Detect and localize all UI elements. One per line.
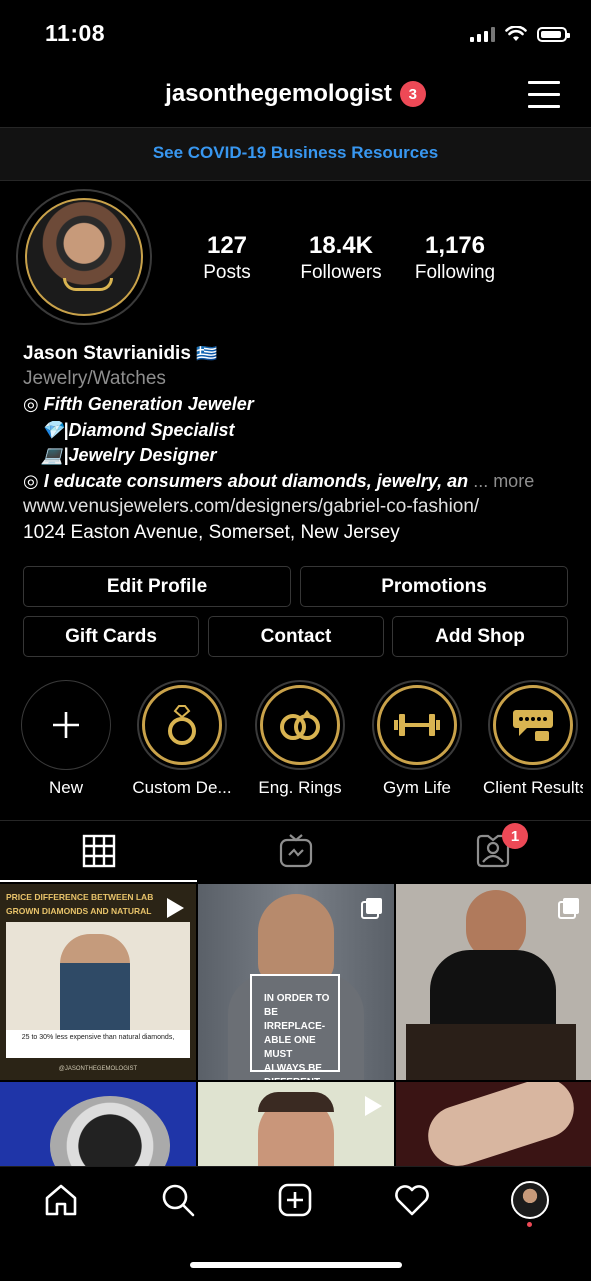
profile-bio: Jason Stavrianidis 🇬🇷 Jewelry/Watches ◎ …	[23, 342, 571, 546]
contact-button[interactable]: Contact	[208, 616, 384, 657]
highlight-new[interactable]: New	[16, 680, 116, 798]
rings-icon	[280, 710, 320, 740]
post-thumbnail-3[interactable]	[396, 884, 591, 1080]
status-icons	[470, 26, 570, 42]
bio-line-2: 💎|Diamond Specialist	[41, 419, 235, 440]
home-icon	[45, 1184, 77, 1216]
followers-count: 18.4K	[308, 232, 374, 259]
menu-icon[interactable]	[528, 81, 560, 109]
tab-igtv[interactable]	[197, 820, 394, 882]
add-shop-button[interactable]: Add Shop	[392, 616, 568, 657]
review-icon	[513, 710, 553, 741]
bio-line-3: 💻|Jewelry Designer	[41, 445, 217, 465]
following-stat[interactable]: 1,176 Following	[404, 232, 506, 284]
avatar	[25, 198, 143, 316]
highlight-label: Client Results	[483, 778, 583, 797]
tagged-badge: 1	[502, 823, 528, 849]
add-post-icon	[278, 1183, 312, 1217]
greek-flag-icon: 🇬🇷	[196, 344, 218, 363]
plus-icon	[53, 712, 79, 738]
dumbbell-icon	[394, 714, 440, 736]
highlight-gym-life[interactable]: Gym Life	[367, 680, 467, 798]
notification-badge: 3	[399, 81, 426, 107]
nav-home[interactable]	[31, 1176, 91, 1224]
post-thumbnail-5[interactable]	[198, 1082, 394, 1166]
nav-new-post[interactable]	[265, 1176, 325, 1224]
edit-profile-button[interactable]: Edit Profile	[23, 566, 291, 607]
profile-avatar[interactable]	[16, 189, 152, 325]
tab-active-indicator	[0, 880, 197, 882]
highlight-label: Custom De...	[132, 778, 232, 797]
ring-icon	[168, 705, 196, 745]
post-footer: @JASONTHEGEMOLOGIST	[58, 1066, 138, 1072]
gift-cards-button[interactable]: Gift Cards	[23, 616, 199, 657]
grid-icon	[82, 834, 115, 868]
home-indicator[interactable]	[190, 1262, 402, 1268]
video-icon	[167, 898, 184, 918]
post-quote: IN ORDER TO BE IRREPLACE-ABLE ONE MUST A…	[250, 974, 340, 1080]
nav-profile[interactable]	[500, 1176, 560, 1224]
post-caption: 25 to 30% less expensive than natural di…	[6, 1030, 190, 1058]
profile-name: Jason Stavrianidis	[23, 343, 191, 364]
profile-notification-dot	[527, 1222, 532, 1227]
highlight-client-results[interactable]: Client Results	[483, 680, 583, 798]
nav-search[interactable]	[148, 1176, 208, 1224]
bio-line-4: ◎ I educate consumers about diamonds, je…	[23, 470, 469, 491]
signal-icon	[470, 26, 495, 42]
profile-category: Jewelry/Watches	[23, 368, 166, 389]
highlight-label: New	[48, 778, 83, 797]
igtv-icon	[279, 834, 312, 868]
address-link[interactable]: 1024 Easton Avenue, Somerset, New Jersey	[23, 520, 571, 546]
search-icon	[162, 1184, 195, 1217]
status-time: 11:08	[45, 20, 106, 46]
posts-count: 127	[206, 232, 248, 259]
post-thumbnail-6[interactable]	[396, 1082, 591, 1166]
followers-label: Followers	[300, 262, 382, 283]
highlight-eng-rings[interactable]: Eng. Rings	[250, 680, 350, 798]
followers-stat[interactable]: 18.4K Followers	[290, 232, 392, 284]
heart-icon	[395, 1185, 429, 1216]
wifi-icon	[505, 26, 527, 41]
following-label: Following	[414, 262, 496, 283]
covid-resources-link[interactable]: See COVID-19 Business Resources	[0, 127, 591, 181]
carousel-icon	[558, 898, 579, 919]
profile-avatar-icon	[511, 1181, 549, 1219]
highlight-label: Eng. Rings	[258, 778, 342, 797]
nav-activity[interactable]	[382, 1176, 442, 1224]
carousel-icon	[361, 898, 382, 919]
post-thumbnail-2[interactable]: IN ORDER TO BE IRREPLACE-ABLE ONE MUST A…	[198, 884, 394, 1080]
tab-grid[interactable]	[0, 820, 197, 882]
highlight-custom-designs[interactable]: Custom De...	[132, 680, 232, 798]
tab-tagged[interactable]	[394, 820, 591, 882]
post-thumbnail-4[interactable]	[0, 1082, 196, 1166]
battery-icon	[537, 26, 570, 42]
posts-label: Posts	[203, 262, 251, 283]
bio-more-link[interactable]: ... more	[473, 471, 534, 491]
posts-stat[interactable]: 127 Posts	[186, 232, 268, 284]
video-icon	[365, 1096, 382, 1116]
following-count: 1,176	[424, 232, 486, 259]
username-title[interactable]: jasonthegemologist	[165, 80, 392, 108]
post-thumbnail-1[interactable]: PRICE DIFFERENCE BETWEEN LAB GROWN DIAMO…	[0, 884, 196, 1080]
bio-line-1: ◎ Fifth Generation Jeweler	[23, 394, 254, 414]
website-link[interactable]: www.venusjewelers.com/designers/gabriel-…	[23, 494, 571, 520]
highlight-label: Gym Life	[382, 778, 452, 797]
profile-header: jasonthegemologist 3	[0, 80, 591, 108]
promotions-button[interactable]: Promotions	[300, 566, 568, 607]
